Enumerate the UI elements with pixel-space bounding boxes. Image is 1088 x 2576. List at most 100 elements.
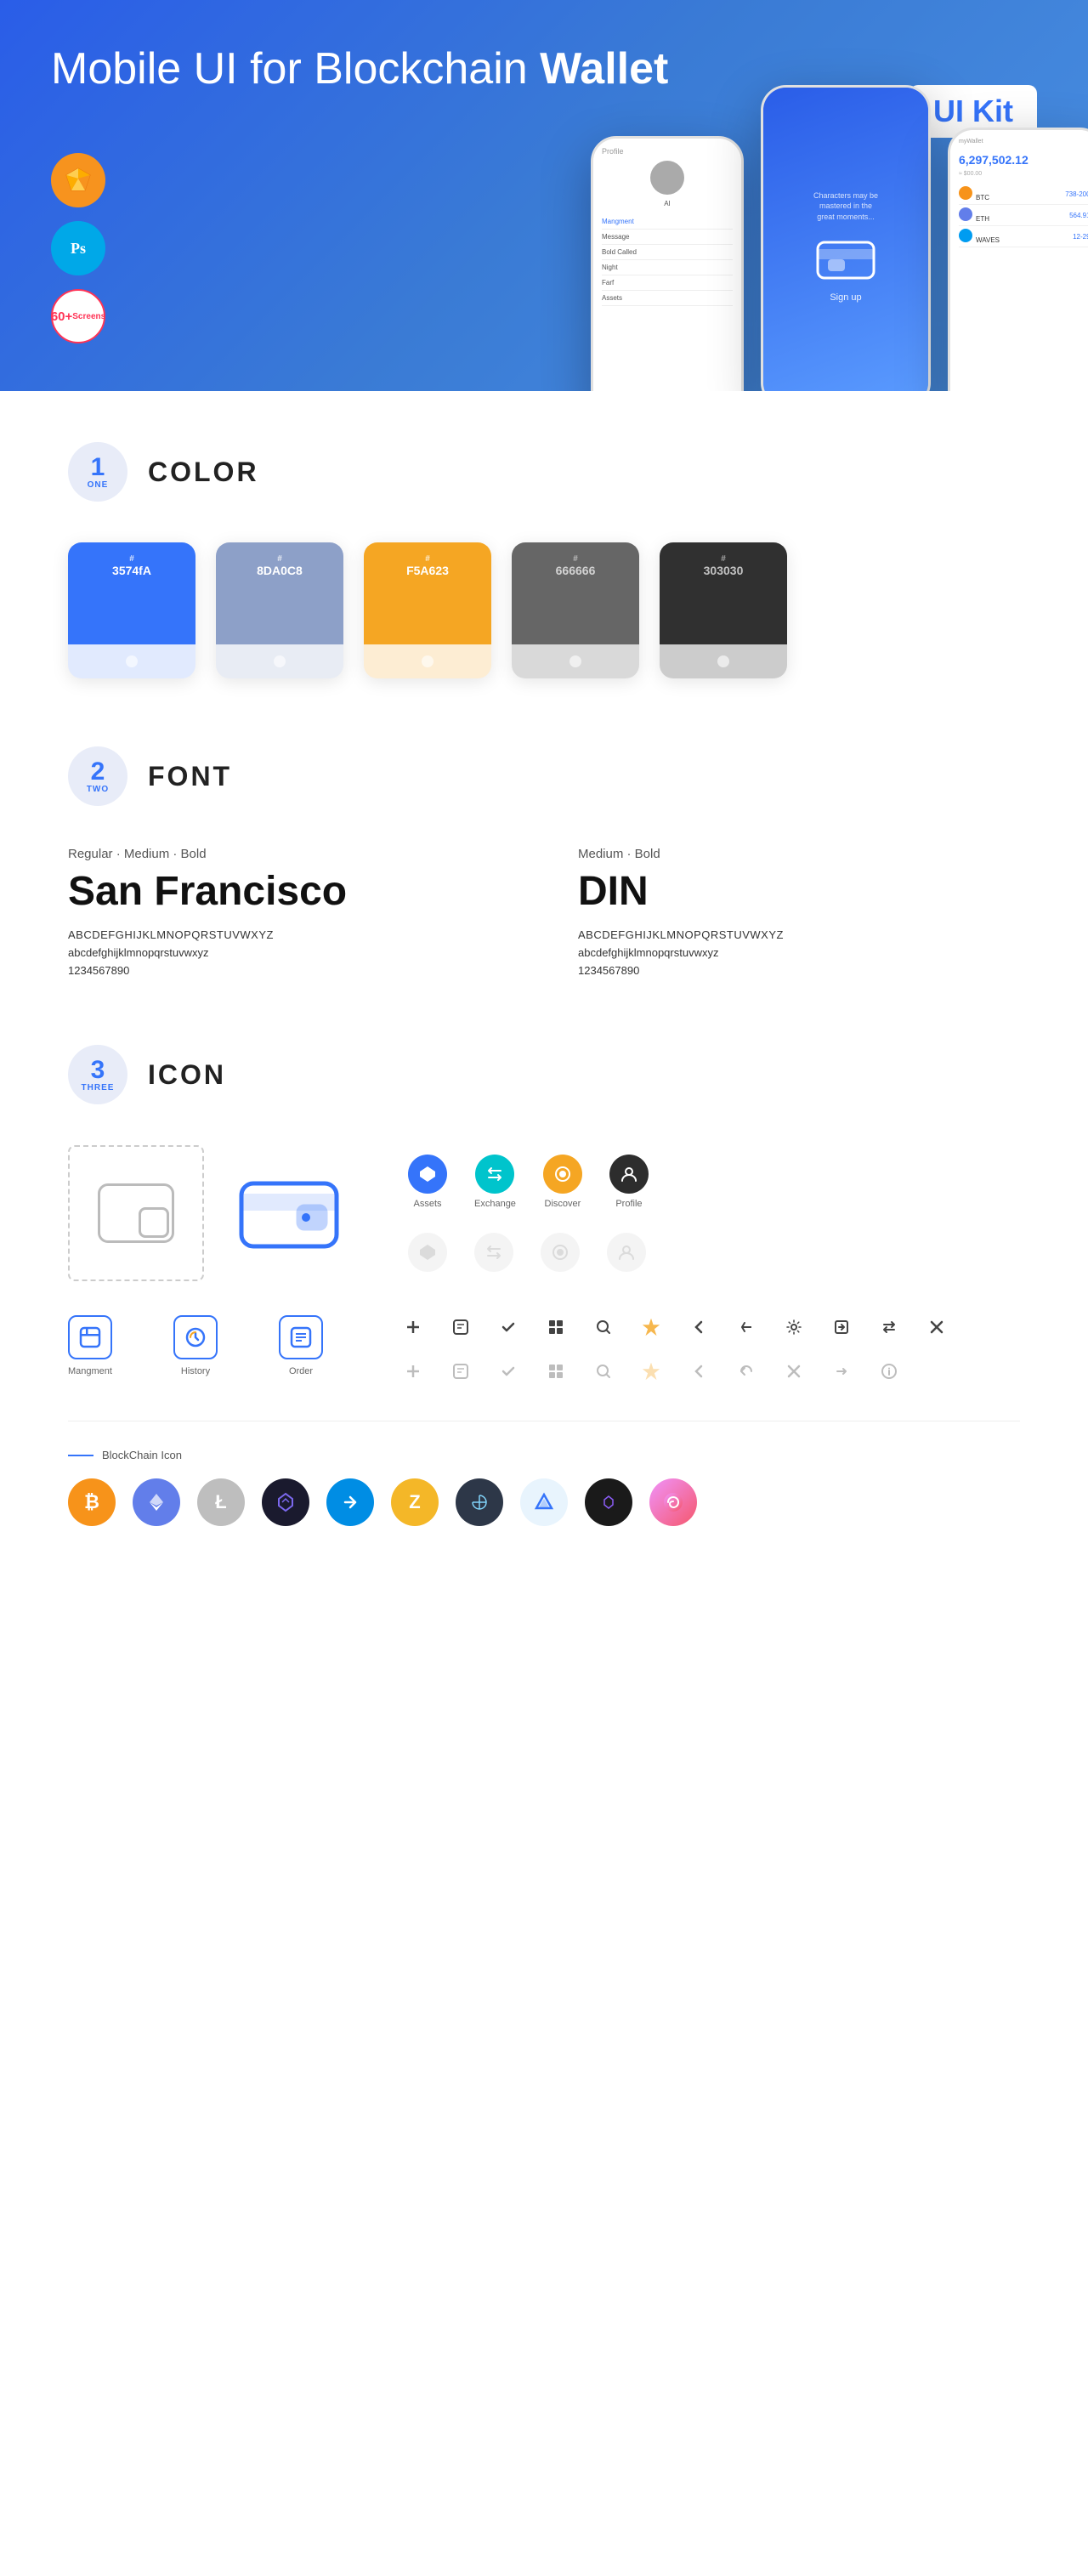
color-section-header: 1 ONE COLOR (68, 442, 1020, 502)
swatch-gray: # 666666 (512, 542, 639, 678)
phone-screen-center: Characters may bemastered in thegreat mo… (763, 88, 928, 391)
check-icon-muted (496, 1359, 520, 1383)
history-icon (173, 1315, 218, 1359)
hero-title-bold: Wallet (540, 44, 668, 94)
font1-lowercase: abcdefghijklmnopqrstuvwxyz (68, 946, 510, 959)
small-icons-group (401, 1315, 949, 1393)
x-icon-muted (782, 1359, 806, 1383)
discover-icon (543, 1155, 582, 1194)
icon-nav-row-1: Assets Exchange Discover (408, 1155, 649, 1209)
phone-mockup-left: Profile AI Mangment Message Bold Called … (591, 136, 744, 391)
font-section-number: 2 TWO (68, 746, 128, 806)
font2-uppercase: ABCDEFGHIJKLMNOPQRSTUVWXYZ (578, 928, 1020, 941)
font-columns: Regular · Medium · Bold San Francisco AB… (68, 847, 1020, 977)
grid-icon (544, 1315, 568, 1339)
bitcoin-icon: ₿ (68, 1478, 116, 1526)
dark-coin-icon (585, 1478, 632, 1526)
profile-icon (609, 1155, 649, 1194)
font-col-sf: Regular · Medium · Bold San Francisco AB… (68, 847, 510, 977)
edit-icon (449, 1315, 473, 1339)
font1-style: Regular · Medium · Bold (68, 847, 510, 861)
hero-section: Mobile UI for Blockchain Wallet UI Kit P… (0, 0, 1088, 391)
zcash-icon: Z (391, 1478, 439, 1526)
order-icon (279, 1315, 323, 1359)
small-icons-row-1 (401, 1315, 949, 1339)
exchange-icon (475, 1155, 514, 1194)
profile-icon-muted (607, 1233, 646, 1272)
share-icon (734, 1315, 758, 1339)
font-col-din: Medium · Bold DIN ABCDEFGHIJKLMNOPQRSTUV… (578, 847, 1020, 977)
font1-uppercase: ABCDEFGHIJKLMNOPQRSTUVWXYZ (68, 928, 510, 941)
nav-icon-exchange-muted (474, 1233, 513, 1272)
font-section-header: 2 TWO FONT (68, 746, 1020, 806)
font-section: 2 TWO FONT Regular · Medium · Bold San F… (68, 746, 1020, 977)
swatch-orange: # F5A623 (364, 542, 491, 678)
blockchain-label-line (68, 1455, 94, 1456)
swatch-blue: # 3574fA (68, 542, 196, 678)
assets-icon-muted (408, 1233, 447, 1272)
blockchain-section: BlockChain Icon ₿ Ł Z (68, 1449, 1020, 1526)
nav-icon-assets-muted (408, 1233, 447, 1272)
safe-icon (520, 1478, 568, 1526)
dash-icon (326, 1478, 374, 1526)
icon-section-header: 3 THREE ICON (68, 1045, 1020, 1104)
medium-icon-history: History (173, 1315, 218, 1376)
close-icon (925, 1315, 949, 1339)
main-content: 1 ONE COLOR # 3574fA # 8DA0C8 (0, 391, 1088, 1645)
medium-icon-order: Order (279, 1315, 323, 1376)
color-section-title: COLOR (148, 457, 259, 488)
screens-badge: 60+ Screens (51, 289, 105, 343)
star-icon-muted (639, 1359, 663, 1383)
sketch-badge (51, 153, 105, 207)
plus-icon-muted (401, 1359, 425, 1383)
color-section-number: 1 ONE (68, 442, 128, 502)
management-icon (68, 1315, 112, 1359)
hero-phones: Profile AI Mangment Message Bold Called … (591, 102, 1088, 391)
icon-wireframe (68, 1145, 204, 1281)
icon-nav-group: Assets Exchange Discover (408, 1155, 649, 1272)
ethereum-icon (133, 1478, 180, 1526)
blockchain-label: BlockChain Icon (68, 1449, 1020, 1461)
plus-icon (401, 1315, 425, 1339)
nav-icon-assets: Assets (408, 1155, 447, 1209)
star-icon (639, 1315, 663, 1339)
swap-icon (877, 1315, 901, 1339)
color-section: 1 ONE COLOR # 3574fA # 8DA0C8 (68, 442, 1020, 678)
nav-icon-profile: Profile (609, 1155, 649, 1209)
font-section-title: FONT (148, 761, 232, 792)
search-icon-muted (592, 1359, 615, 1383)
icon-top-row: Assets Exchange Discover (68, 1145, 1020, 1281)
discover-icon-muted (541, 1233, 580, 1272)
search-icon (592, 1315, 615, 1339)
font2-lowercase: abcdefghijklmnopqrstuvwxyz (578, 946, 1020, 959)
settings-icon (782, 1315, 806, 1339)
chevron-left-icon (687, 1315, 711, 1339)
font1-name: San Francisco (68, 868, 510, 915)
refresh-icon-muted (734, 1359, 758, 1383)
phone-screen-right: myWallet+ 6,297,502.12 ≈ $00.00 BTC 738-… (950, 130, 1088, 391)
phone-screen-left: Profile AI Mangment Message Bold Called … (593, 139, 741, 391)
grid-icon-muted (544, 1359, 568, 1383)
litecoin-icon: Ł (197, 1478, 245, 1526)
phone-mockup-center: Characters may bemastered in thegreat mo… (761, 85, 931, 391)
small-icons-row-2-muted (401, 1359, 949, 1383)
swatch-dark: # 303030 (660, 542, 787, 678)
icon-section-title: ICON (148, 1059, 226, 1091)
nav-icon-profile-muted (607, 1233, 646, 1272)
check-icon (496, 1315, 520, 1339)
icon-section-number: 3 THREE (68, 1045, 128, 1104)
icon-blue-wallet (238, 1162, 340, 1264)
export-icon (830, 1315, 853, 1339)
nav-icon-discover: Discover (543, 1155, 582, 1209)
medium-icon-management: Mangment (68, 1315, 112, 1376)
color-swatches: # 3574fA # 8DA0C8 # F5A623 (68, 542, 1020, 678)
hero-badges: Ps 60+ Screens (51, 153, 105, 343)
icon-nav-row-2 (408, 1233, 649, 1272)
hero-title-regular: Mobile UI for Blockchain (51, 44, 540, 94)
blackcoin-icon (262, 1478, 309, 1526)
font2-numbers: 1234567890 (578, 964, 1020, 977)
ps-badge: Ps (51, 221, 105, 275)
exchange-icon-muted (474, 1233, 513, 1272)
chevron-left-icon-muted (687, 1359, 711, 1383)
font2-name: DIN (578, 868, 1020, 915)
